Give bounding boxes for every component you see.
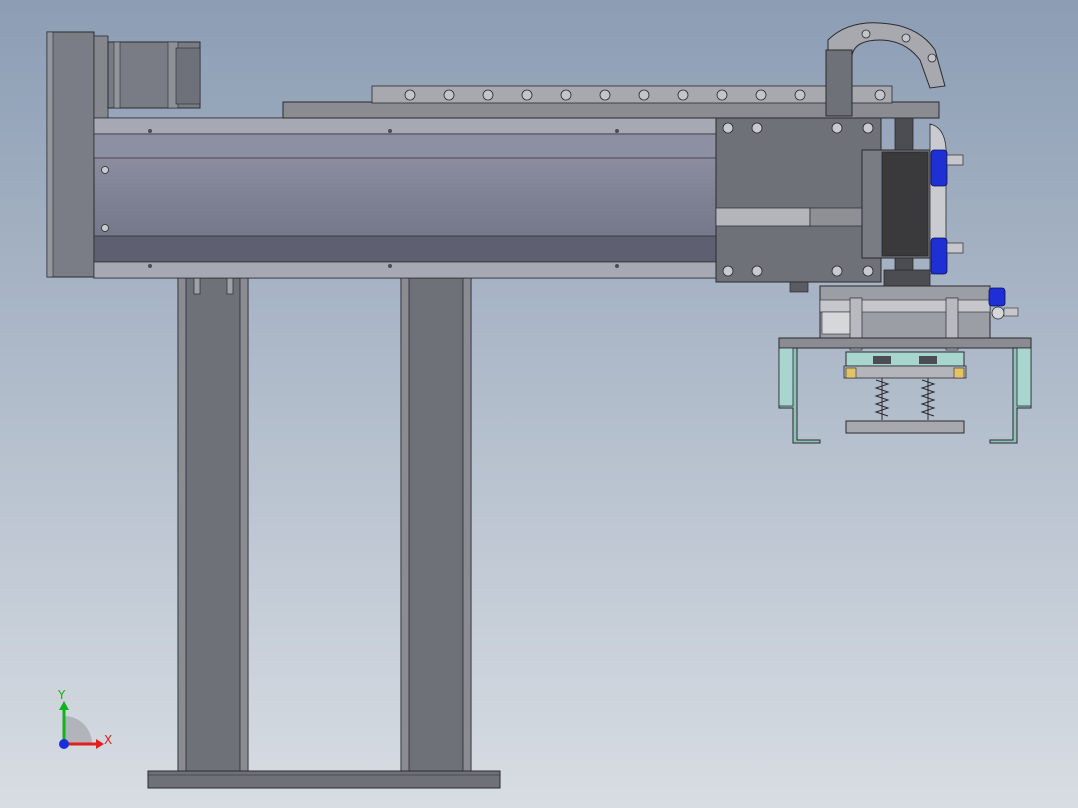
- cad-viewport[interactable]: X Y: [0, 0, 1078, 808]
- chain-mount-bracket: [825, 49, 853, 117]
- triad-x-label: X: [104, 733, 112, 747]
- stand-leg-left[interactable]: [177, 276, 249, 773]
- assembly-side-view: X Y: [0, 0, 1078, 808]
- end-plate[interactable]: [46, 31, 95, 278]
- triad-y-label: Y: [57, 688, 66, 702]
- mount-bolt: [193, 277, 201, 295]
- mount-bolt: [226, 277, 234, 295]
- pressing-pad[interactable]: [845, 420, 965, 434]
- spring-mount-plate: [845, 351, 965, 367]
- stand-base-plate[interactable]: [147, 770, 501, 789]
- stand-leg-right-flange: [400, 276, 410, 773]
- rail-screw: [101, 166, 109, 174]
- rail-screw: [101, 224, 109, 232]
- stand-leg-right-flange-r: [462, 276, 472, 773]
- stand-leg-left-flange: [177, 276, 187, 773]
- jaw-plate: [778, 337, 1032, 349]
- carriage-plate[interactable]: [715, 117, 882, 283]
- stand-leg-left-flange-r: [239, 276, 249, 773]
- stand-leg-right[interactable]: [400, 276, 472, 773]
